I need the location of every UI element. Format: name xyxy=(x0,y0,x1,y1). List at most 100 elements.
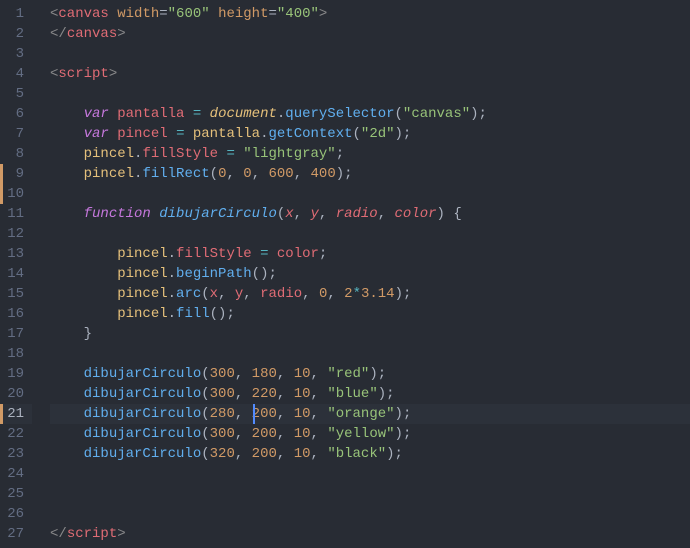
token-pun: ); xyxy=(386,446,403,462)
token-pun: , xyxy=(294,166,311,182)
code-line[interactable] xyxy=(50,224,690,244)
token-pun: , xyxy=(327,286,344,302)
code-line[interactable]: </canvas> xyxy=(50,24,690,44)
token-pun xyxy=(109,126,117,142)
token-pun: ); xyxy=(395,126,412,142)
token-pun xyxy=(50,306,117,322)
code-line[interactable]: pincel.fillRect(0, 0, 600, 400); xyxy=(50,164,690,184)
code-line[interactable] xyxy=(50,44,690,64)
code-line[interactable]: pincel.fillStyle = color; xyxy=(50,244,690,264)
token-pun: , xyxy=(277,406,294,422)
line-number[interactable]: 16 xyxy=(0,304,32,324)
line-number[interactable]: 2 xyxy=(0,24,32,44)
code-line[interactable]: } xyxy=(50,324,690,344)
line-number[interactable]: 7 xyxy=(0,124,32,144)
token-pun xyxy=(50,106,84,122)
token-pun: ( xyxy=(201,426,209,442)
code-line[interactable]: var pantalla = document.querySelector("c… xyxy=(50,104,690,124)
token-obj: pincel xyxy=(117,286,167,302)
line-number[interactable]: 18 xyxy=(0,344,32,364)
line-number[interactable]: 27 xyxy=(0,524,32,544)
line-number[interactable]: 19 xyxy=(0,364,32,384)
code-line[interactable]: var pincel = pantalla.getContext("2d"); xyxy=(50,124,690,144)
token-num: 10 xyxy=(294,406,311,422)
line-number[interactable]: 24 xyxy=(0,464,32,484)
line-number[interactable]: 5 xyxy=(0,84,32,104)
line-number[interactable]: 20 xyxy=(0,384,32,404)
code-line[interactable] xyxy=(50,504,690,524)
code-line[interactable] xyxy=(50,344,690,364)
token-obj: pincel xyxy=(117,266,167,282)
token-pun xyxy=(109,106,117,122)
code-line[interactable]: dibujarCirculo(300, 220, 10, "blue"); xyxy=(50,384,690,404)
token-pun xyxy=(50,286,117,302)
token-kw: var xyxy=(84,126,109,142)
token-num: 300 xyxy=(210,386,235,402)
code-line[interactable]: pincel.fillStyle = "lightgray"; xyxy=(50,144,690,164)
code-line[interactable]: dibujarCirculo(300, 200, 10, "yellow"); xyxy=(50,424,690,444)
token-vname: radio xyxy=(260,286,302,302)
line-number[interactable]: 11 xyxy=(0,204,32,224)
code-line[interactable]: <script> xyxy=(50,64,690,84)
line-number[interactable]: 22 xyxy=(0,424,32,444)
token-pun xyxy=(50,266,117,282)
line-number[interactable]: 9 xyxy=(0,164,32,184)
code-line[interactable]: dibujarCirculo(280, 200, 10, "orange"); xyxy=(50,404,690,424)
code-line[interactable]: <canvas width="600" height="400"> xyxy=(50,4,690,24)
line-number[interactable]: 8 xyxy=(0,144,32,164)
token-num: 200 xyxy=(252,406,277,422)
code-editor[interactable]: <canvas width="600" height="400"></canva… xyxy=(42,0,690,548)
line-number-gutter[interactable]: 1234567891011121314151617181920212223242… xyxy=(0,0,42,548)
code-line[interactable] xyxy=(50,464,690,484)
token-call: querySelector xyxy=(285,106,394,122)
token-fnname: dibujarCirculo xyxy=(159,206,277,222)
token-pun: ( xyxy=(201,286,209,302)
token-pun: ); xyxy=(470,106,487,122)
line-number[interactable]: 10 xyxy=(0,184,32,204)
token-pun: , xyxy=(235,446,252,462)
token-pun: , xyxy=(235,426,252,442)
line-number[interactable]: 15 xyxy=(0,284,32,304)
token-call: dibujarCirculo xyxy=(84,406,202,422)
line-number[interactable]: 25 xyxy=(0,484,32,504)
line-number[interactable]: 12 xyxy=(0,224,32,244)
token-call: beginPath xyxy=(176,266,252,282)
token-param: x xyxy=(285,206,293,222)
token-pun: , xyxy=(311,406,328,422)
code-line[interactable]: </script> xyxy=(50,524,690,544)
code-line[interactable]: dibujarCirculo(300, 180, 10, "red"); xyxy=(50,364,690,384)
line-number[interactable]: 4 xyxy=(0,64,32,84)
code-line[interactable] xyxy=(50,484,690,504)
code-line[interactable]: pincel.beginPath(); xyxy=(50,264,690,284)
line-number[interactable]: 3 xyxy=(0,44,32,64)
token-brkt: > xyxy=(109,66,117,82)
gutter-marker xyxy=(0,404,3,424)
line-number[interactable]: 17 xyxy=(0,324,32,344)
token-num: 280 xyxy=(210,406,235,422)
token-pun xyxy=(201,106,209,122)
code-line[interactable] xyxy=(50,184,690,204)
token-num: 10 xyxy=(294,366,311,382)
line-number[interactable]: 6 xyxy=(0,104,32,124)
gutter-marker xyxy=(0,184,3,204)
token-kw: var xyxy=(84,106,109,122)
code-line[interactable]: dibujarCirculo(320, 200, 10, "black"); xyxy=(50,444,690,464)
line-number[interactable]: 13 xyxy=(0,244,32,264)
token-pun xyxy=(151,206,159,222)
line-number[interactable]: 14 xyxy=(0,264,32,284)
code-line[interactable]: pincel.arc(x, y, radio, 0, 2*3.14); xyxy=(50,284,690,304)
line-number[interactable]: 23 xyxy=(0,444,32,464)
token-call: arc xyxy=(176,286,201,302)
code-line[interactable]: function dibujarCirculo(x, y, radio, col… xyxy=(50,204,690,224)
token-pun: , xyxy=(235,406,252,422)
code-line[interactable] xyxy=(50,84,690,104)
line-number[interactable]: 21 xyxy=(0,404,32,424)
token-prop: fillStyle xyxy=(142,146,218,162)
token-call: dibujarCirculo xyxy=(84,386,202,402)
line-number[interactable]: 26 xyxy=(0,504,32,524)
line-number[interactable]: 1 xyxy=(0,4,32,24)
token-brkt: </ xyxy=(50,526,67,542)
token-vname: x xyxy=(210,286,218,302)
token-pun: . xyxy=(168,246,176,262)
code-line[interactable]: pincel.fill(); xyxy=(50,304,690,324)
